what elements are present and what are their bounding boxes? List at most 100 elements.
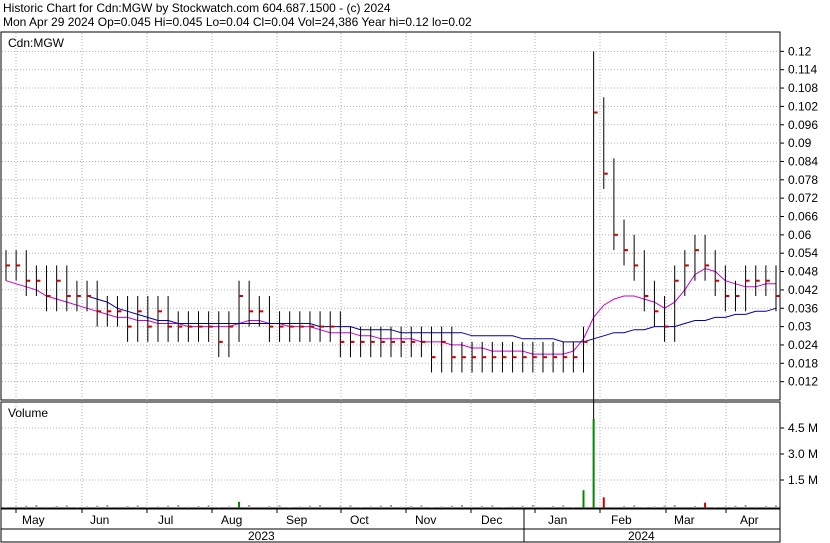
year-label-2024: 2024	[628, 529, 655, 543]
price-tick-label: 0.036	[788, 301, 818, 315]
month-label: Dec	[481, 513, 502, 527]
volume-bar	[126, 506, 129, 508]
volume-bar	[298, 506, 301, 508]
year-axis	[0, 528, 781, 543]
volume-tick-label: 3.0 M	[788, 447, 818, 461]
volume-bar	[623, 506, 626, 508]
volume-bar	[491, 505, 494, 508]
volume-bar	[55, 506, 58, 508]
volume-tick-label: 4.5 M	[788, 421, 818, 435]
volume-bar	[390, 504, 392, 508]
volume-bar	[501, 507, 504, 508]
volume-bar	[187, 506, 190, 508]
volume-bar	[754, 506, 757, 508]
volume-bar	[471, 506, 474, 508]
volume-bar	[15, 506, 18, 508]
volume-bar	[329, 506, 332, 508]
month-label: Jan	[548, 513, 567, 527]
volume-bar	[258, 506, 261, 508]
stock-chart: 0.12 0.114 0.108 0.102 0.096 0.09 0.084 0.078 0.…	[0, 31, 818, 543]
volume-bar	[552, 506, 555, 508]
volume-bar	[775, 505, 777, 508]
volume-bar	[207, 505, 210, 508]
volume-bar	[45, 506, 48, 508]
volume-bar	[612, 506, 615, 508]
year-label-2023: 2023	[248, 529, 275, 543]
volume-bar	[75, 507, 78, 508]
month-label: Nov	[415, 513, 436, 527]
volume-bar	[430, 507, 433, 508]
price-tick-label: 0.084	[788, 154, 818, 168]
price-tick-label: 0.12	[788, 44, 812, 58]
volume-bar	[764, 506, 767, 508]
volume-bar	[724, 506, 727, 508]
volume-bar	[86, 506, 89, 508]
volume-bar	[65, 505, 68, 508]
volume-bar	[734, 505, 737, 508]
price-tick-label: 0.024	[788, 338, 818, 352]
volume-bar	[683, 506, 686, 508]
volume-bar	[481, 506, 484, 508]
volume-bar	[400, 506, 403, 508]
price-tick-label: 0.012	[788, 375, 818, 389]
volume-bar	[511, 506, 514, 508]
volume-bar	[572, 507, 575, 508]
volume-bar	[704, 502, 707, 508]
volume-bar	[369, 506, 372, 508]
volume-bar	[744, 504, 747, 508]
volume-bar	[450, 505, 453, 508]
volume-bar	[25, 505, 28, 508]
month-label: Jun	[90, 513, 109, 527]
volume-bar	[541, 506, 544, 508]
volume-bar	[146, 507, 149, 508]
price-tick-label: 0.06	[788, 228, 812, 242]
volume-bar	[5, 507, 7, 508]
volume-bar	[136, 505, 139, 508]
month-label: Jul	[158, 513, 173, 527]
month-label: Apr	[740, 513, 759, 527]
price-tick-label: 0.072	[788, 191, 818, 205]
volume-bar	[339, 506, 342, 508]
price-tick-label: 0.078	[788, 173, 818, 187]
volume-bar	[308, 505, 311, 508]
price-tick-label: 0.054	[788, 246, 818, 260]
volume-bar	[440, 506, 443, 508]
price-tick-label: 0.018	[788, 356, 818, 370]
month-axis	[0, 508, 781, 530]
month-label: May	[22, 513, 45, 527]
volume-bar	[35, 504, 38, 508]
volume-bar	[278, 505, 281, 508]
volume-bar	[177, 504, 180, 508]
price-tick-label: 0.102	[788, 99, 818, 113]
volume-bar	[602, 497, 605, 508]
volume-bar	[106, 504, 109, 508]
price-tick-label: 0.042	[788, 283, 818, 297]
price-tick-label: 0.108	[788, 81, 818, 95]
month-label: Oct	[350, 513, 369, 527]
volume-bar	[420, 505, 423, 508]
volume-bar	[359, 507, 362, 508]
volume-bar	[116, 506, 119, 508]
volume-bar	[217, 507, 220, 508]
price-tick-label: 0.066	[788, 210, 818, 224]
month-label: Feb	[611, 513, 632, 527]
volume-panel	[0, 401, 781, 509]
volume-bar	[673, 504, 676, 508]
month-label: Aug	[221, 513, 242, 527]
volume-bar	[227, 506, 230, 508]
volume-bar	[714, 507, 717, 508]
volume-bar	[349, 505, 352, 508]
volume-bar	[167, 505, 170, 508]
price-tick-label: 0.09	[788, 136, 812, 150]
volume-bar	[592, 419, 595, 508]
month-label: Mar	[674, 513, 695, 527]
volume-bar	[379, 505, 382, 508]
volume-bar	[521, 505, 524, 508]
volume-bar	[288, 507, 291, 508]
volume-bar	[319, 504, 322, 508]
volume-bar	[96, 505, 99, 508]
volume-tick-label: 1.5 M	[788, 473, 818, 487]
price-tick-label: 0.114	[788, 63, 817, 77]
volume-bar	[582, 490, 585, 508]
price-tick-label: 0.048	[788, 265, 818, 279]
